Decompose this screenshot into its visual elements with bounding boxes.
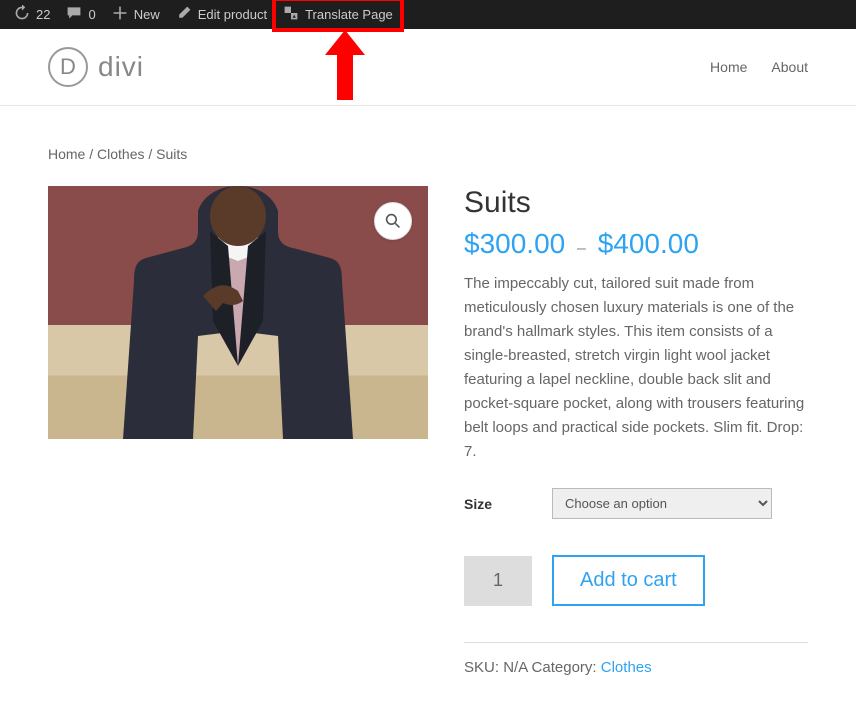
- plus-icon: [112, 5, 128, 24]
- sku-label: SKU:: [464, 659, 499, 676]
- product-image[interactable]: [48, 186, 428, 439]
- wp-admin-bar: 22 0 New Edit product Translate Page: [0, 0, 856, 29]
- edit-label: Edit product: [198, 7, 267, 22]
- add-to-cart-button[interactable]: Add to cart: [552, 555, 705, 606]
- new-label: New: [134, 7, 160, 22]
- breadcrumb-clothes[interactable]: Clothes: [97, 146, 144, 162]
- admin-translate-page[interactable]: Translate Page: [275, 0, 401, 29]
- nav-about[interactable]: About: [771, 59, 808, 75]
- cart-row: Add to cart: [464, 555, 808, 606]
- product-summary: Suits $300.00 – $400.00 The impeccably c…: [464, 186, 808, 676]
- breadcrumb-home[interactable]: Home: [48, 146, 85, 162]
- breadcrumb-current: Suits: [156, 146, 187, 162]
- product-description: The impeccably cut, tailored suit made f…: [464, 272, 808, 464]
- comment-icon: [66, 5, 82, 24]
- pencil-icon: [176, 5, 192, 24]
- category-link[interactable]: Clothes: [601, 659, 652, 676]
- nav-home[interactable]: Home: [710, 59, 747, 75]
- admin-updates[interactable]: 22: [6, 0, 58, 29]
- magnifier-icon: [385, 213, 401, 229]
- product: Suits $300.00 – $400.00 The impeccably c…: [48, 186, 808, 676]
- product-title: Suits: [464, 186, 808, 220]
- translate-icon: [283, 5, 299, 24]
- main-nav: Home About: [710, 59, 808, 75]
- sku-value: N/A: [503, 659, 527, 676]
- page-content: Home / Clothes / Suits: [0, 106, 856, 716]
- admin-edit-product[interactable]: Edit product: [168, 0, 275, 29]
- updates-count: 22: [36, 7, 50, 22]
- site-logo[interactable]: D divi: [48, 47, 144, 87]
- quantity-input[interactable]: [464, 556, 532, 606]
- product-meta: SKU: N/A Category: Clothes: [464, 659, 808, 676]
- category-label: Category:: [532, 659, 597, 676]
- variation-row: Size Choose an option: [464, 488, 808, 519]
- admin-new[interactable]: New: [104, 0, 168, 29]
- size-select[interactable]: Choose an option: [552, 488, 772, 519]
- product-image-figure: [77, 186, 400, 439]
- translate-label: Translate Page: [305, 7, 393, 22]
- comments-count: 0: [88, 7, 95, 22]
- meta-divider: [464, 642, 808, 643]
- updates-icon: [14, 5, 30, 24]
- size-label: Size: [464, 496, 492, 512]
- logo-mark: D: [48, 47, 88, 87]
- product-price: $300.00 – $400.00: [464, 228, 808, 260]
- admin-comments[interactable]: 0: [58, 0, 103, 29]
- product-gallery: [48, 186, 428, 439]
- site-header: D divi Home About: [0, 29, 856, 106]
- logo-text: divi: [98, 51, 144, 83]
- breadcrumb: Home / Clothes / Suits: [48, 146, 808, 162]
- zoom-button[interactable]: [374, 202, 412, 240]
